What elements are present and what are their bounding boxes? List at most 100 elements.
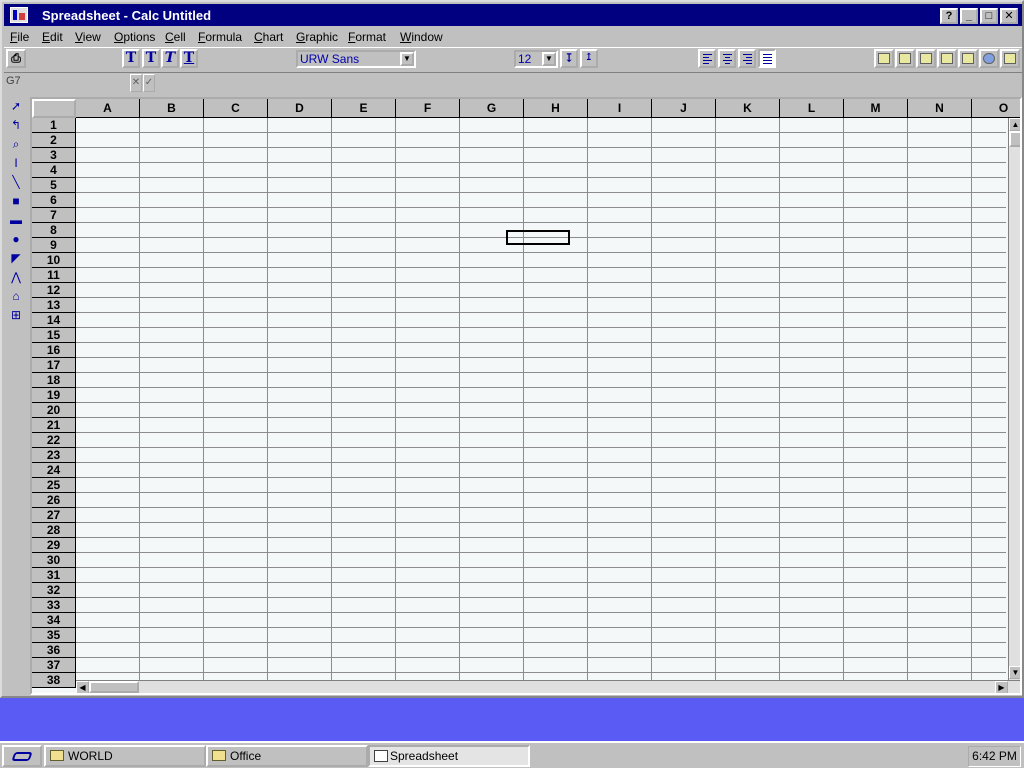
row-header-2[interactable]: 2 xyxy=(32,133,76,148)
group-icon[interactable]: ⊞ xyxy=(6,306,26,324)
xy-chart-icon[interactable] xyxy=(958,49,978,68)
area-chart-icon[interactable] xyxy=(937,49,957,68)
column-header-k[interactable]: K xyxy=(716,99,780,118)
menu-format[interactable]: Format xyxy=(348,30,386,44)
row-header-30[interactable]: 30 xyxy=(32,553,76,568)
freehand-icon[interactable]: ⋀ xyxy=(6,268,26,286)
align-right-button[interactable] xyxy=(738,49,756,68)
column-header-c[interactable]: C xyxy=(204,99,268,118)
row-header-10[interactable]: 10 xyxy=(32,253,76,268)
select-all-corner[interactable] xyxy=(32,99,76,118)
row-header-20[interactable]: 20 xyxy=(32,403,76,418)
column-header-g[interactable]: G xyxy=(460,99,524,118)
row-header-11[interactable]: 11 xyxy=(32,268,76,283)
column-header-j[interactable]: J xyxy=(652,99,716,118)
minimize-button[interactable]: _ xyxy=(960,8,978,24)
text-italic-button[interactable]: T xyxy=(161,49,179,68)
row-header-18[interactable]: 18 xyxy=(32,373,76,388)
3d-chart-icon[interactable] xyxy=(1000,49,1020,68)
vertical-scroll-thumb[interactable] xyxy=(1009,131,1020,147)
menu-formula[interactable]: Formula xyxy=(198,30,242,44)
row-header-15[interactable]: 15 xyxy=(32,328,76,343)
row-header-12[interactable]: 12 xyxy=(32,283,76,298)
menu-chart[interactable]: Chart xyxy=(254,30,283,44)
row-header-13[interactable]: 13 xyxy=(32,298,76,313)
column-header-l[interactable]: L xyxy=(780,99,844,118)
zoom-icon[interactable]: ⌕ xyxy=(6,135,26,153)
ellipse-icon[interactable]: ● xyxy=(6,230,26,248)
row-header-28[interactable]: 28 xyxy=(32,523,76,538)
bar-chart-icon[interactable] xyxy=(874,49,894,68)
row-header-14[interactable]: 14 xyxy=(32,313,76,328)
row-header-9[interactable]: 9 xyxy=(32,238,76,253)
row-header-23[interactable]: 23 xyxy=(32,448,76,463)
row-header-25[interactable]: 25 xyxy=(32,478,76,493)
column-header-h[interactable]: H xyxy=(524,99,588,118)
hbar-chart-icon[interactable] xyxy=(895,49,915,68)
text-bold-button[interactable]: T xyxy=(142,49,160,68)
row-header-21[interactable]: 21 xyxy=(32,418,76,433)
row-header-7[interactable]: 7 xyxy=(32,208,76,223)
menu-file[interactable]: File xyxy=(10,30,29,44)
text-cursor-icon[interactable]: I xyxy=(6,154,26,172)
selected-cell-g7[interactable] xyxy=(506,230,570,245)
text-plain-button[interactable]: T xyxy=(122,49,140,68)
column-header-o[interactable]: O xyxy=(972,99,1020,118)
close-button[interactable]: ✕ xyxy=(1000,8,1018,24)
column-header-d[interactable]: D xyxy=(268,99,332,118)
chevron-down-icon[interactable]: ▼ xyxy=(400,52,414,66)
scroll-right-icon[interactable]: ▶ xyxy=(995,681,1008,693)
cancel-entry-button[interactable]: ✕ xyxy=(130,74,142,92)
cell-grid[interactable] xyxy=(76,118,1006,680)
row-header-24[interactable]: 24 xyxy=(32,463,76,478)
title-bar[interactable]: Spreadsheet - Calc Untitled ? _ □ ✕ xyxy=(4,4,1022,26)
increase-font-icon[interactable]: ↧ xyxy=(560,49,578,68)
row-header-35[interactable]: 35 xyxy=(32,628,76,643)
polygon-icon[interactable]: ◤ xyxy=(6,249,26,267)
row-header-32[interactable]: 32 xyxy=(32,583,76,598)
menu-edit[interactable]: Edit xyxy=(42,30,63,44)
decrease-font-icon[interactable]: ↥ xyxy=(580,49,598,68)
row-header-8[interactable]: 8 xyxy=(32,223,76,238)
row-header-4[interactable]: 4 xyxy=(32,163,76,178)
column-header-n[interactable]: N xyxy=(908,99,972,118)
row-header-26[interactable]: 26 xyxy=(32,493,76,508)
font-name-select[interactable]: URW Sans ▼ xyxy=(296,50,416,68)
line-icon[interactable]: ╲ xyxy=(6,173,26,191)
column-header-i[interactable]: I xyxy=(588,99,652,118)
print-icon[interactable]: ⎙ xyxy=(6,49,26,68)
align-center-button[interactable] xyxy=(718,49,736,68)
chevron-down-icon[interactable]: ▼ xyxy=(542,52,556,66)
row-header-37[interactable]: 37 xyxy=(32,658,76,673)
rounded-rectangle-icon[interactable]: ▬ xyxy=(6,211,26,229)
row-header-19[interactable]: 19 xyxy=(32,388,76,403)
text-underline-button[interactable]: T xyxy=(180,49,198,68)
help-button[interactable]: ? xyxy=(940,8,958,24)
column-header-a[interactable]: A xyxy=(76,99,140,118)
pointer-icon[interactable]: ➚ xyxy=(6,97,26,115)
spreadsheet-app-icon[interactable] xyxy=(10,7,28,23)
justify-button[interactable] xyxy=(758,49,776,68)
scroll-left-icon[interactable]: ◀ xyxy=(76,681,89,693)
horizontal-scrollbar[interactable]: ◀ ▶ xyxy=(76,680,1020,693)
column-header-e[interactable]: E xyxy=(332,99,396,118)
column-header-m[interactable]: M xyxy=(844,99,908,118)
column-header-b[interactable]: B xyxy=(140,99,204,118)
menu-cell[interactable]: Cell xyxy=(165,30,186,44)
vertical-scrollbar[interactable]: ▲ ▼ xyxy=(1008,118,1020,680)
horizontal-scroll-thumb[interactable] xyxy=(89,681,139,693)
column-header-f[interactable]: F xyxy=(396,99,460,118)
spreadsheet-grid[interactable]: ▲ ▼ ◀ ▶ A B C D E F G H I J K L M N O 1 2 3 4 5 6 7 8 9 10 11 12 13… xyxy=(30,97,1022,695)
scroll-up-icon[interactable]: ▲ xyxy=(1009,118,1020,131)
menu-window[interactable]: Window xyxy=(400,30,443,44)
align-left-button[interactable] xyxy=(698,49,716,68)
row-header-3[interactable]: 3 xyxy=(32,148,76,163)
pie-chart-icon[interactable] xyxy=(979,49,999,68)
row-header-34[interactable]: 34 xyxy=(32,613,76,628)
menu-graphic[interactable]: Graphic xyxy=(296,30,338,44)
menu-options[interactable]: Options xyxy=(114,30,155,44)
rectangle-icon[interactable]: ■ xyxy=(6,192,26,210)
row-header-33[interactable]: 33 xyxy=(32,598,76,613)
arc-icon[interactable]: ⌂ xyxy=(6,287,26,305)
row-header-22[interactable]: 22 xyxy=(32,433,76,448)
